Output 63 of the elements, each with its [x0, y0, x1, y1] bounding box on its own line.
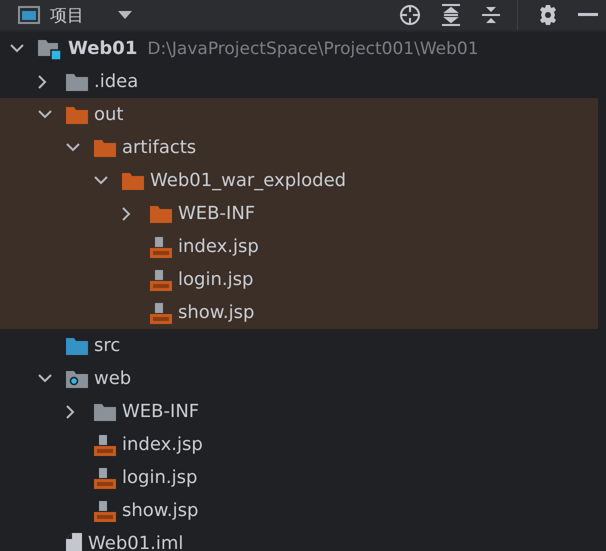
jsp-file-icon	[150, 236, 172, 258]
jsp-file-icon	[94, 434, 116, 456]
tree-item-label: out	[94, 104, 124, 125]
chevron-right-icon[interactable]	[66, 404, 75, 418]
tree-row[interactable]: .idea	[0, 65, 598, 98]
tree-item-label: WEB-INF	[178, 203, 256, 224]
collapse-all-icon[interactable]	[481, 4, 501, 26]
tree-row[interactable]: artifacts	[0, 131, 598, 164]
tree-item-label: src	[94, 335, 120, 356]
chevron-down-icon[interactable]	[38, 110, 52, 119]
tree-row[interactable]: web	[0, 362, 598, 395]
tree-row[interactable]: WEB-INF	[0, 395, 598, 428]
tree-item-label: index.jsp	[178, 236, 259, 257]
web-folder-icon	[66, 370, 88, 388]
chevron-right-icon[interactable]	[122, 206, 131, 220]
window-icon	[18, 6, 40, 24]
tree-item-label: Web01	[68, 38, 138, 59]
folder-icon	[94, 402, 116, 420]
tree-item-label: Web01_war_exploded	[150, 170, 346, 191]
chevron-down-icon[interactable]	[94, 176, 108, 185]
minimize-icon[interactable]	[578, 13, 598, 17]
tree-item-label: artifacts	[122, 137, 196, 158]
panel-title: 项目	[50, 4, 84, 26]
tree-row[interactable]: src	[0, 329, 598, 362]
folder-icon	[122, 172, 144, 190]
folder-icon	[66, 72, 88, 90]
tree-row[interactable]: show.jsp	[0, 296, 598, 329]
folder-icon	[150, 204, 172, 222]
tree-row[interactable]: Web01_war_exploded	[0, 164, 598, 197]
tree-row[interactable]: WEB-INF	[0, 197, 598, 230]
chevron-down-icon[interactable]	[38, 374, 52, 383]
tree-item-label: WEB-INF	[122, 401, 200, 422]
jsp-file-icon	[94, 500, 116, 522]
folder-icon	[94, 138, 116, 156]
folder-icon	[66, 336, 88, 354]
tree-item-label: login.jsp	[178, 269, 254, 290]
settings-icon[interactable]	[538, 5, 558, 25]
expand-all-icon[interactable]	[441, 4, 461, 26]
tree-item-label: Web01.iml	[88, 533, 184, 551]
tree-row[interactable]: login.jsp	[0, 461, 598, 494]
tree-row[interactable]: index.jsp	[0, 230, 598, 263]
locate-icon[interactable]	[399, 4, 421, 26]
jsp-file-icon	[150, 302, 172, 324]
tree-item-label: show.jsp	[178, 302, 254, 323]
jsp-file-icon	[94, 466, 116, 488]
chevron-right-icon[interactable]	[38, 74, 47, 88]
tree-item-label: show.jsp	[122, 500, 198, 521]
project-path: D:\JavaProjectSpace\Project001\Web01	[147, 38, 479, 58]
tree-item-label: login.jsp	[122, 467, 198, 488]
project-folder-icon	[38, 38, 62, 60]
tree-row[interactable]: index.jsp	[0, 428, 598, 461]
tree-row[interactable]: out	[0, 98, 598, 131]
tree-item-label: index.jsp	[122, 434, 203, 455]
tree-row[interactable]: Web01.iml	[0, 527, 598, 551]
jsp-file-icon	[150, 268, 172, 290]
tree-row[interactable]: show.jsp	[0, 494, 598, 527]
dropdown-caret-icon[interactable]	[118, 10, 132, 20]
chevron-down-icon[interactable]	[10, 44, 24, 53]
tree-row[interactable]: Web01 D:\JavaProjectSpace\Project001\Web01	[0, 32, 598, 65]
chevron-down-icon[interactable]	[66, 143, 80, 152]
tree-item-label: .idea	[94, 71, 138, 92]
tree-item-label: web	[94, 368, 132, 389]
tree-row[interactable]: login.jsp	[0, 263, 598, 296]
